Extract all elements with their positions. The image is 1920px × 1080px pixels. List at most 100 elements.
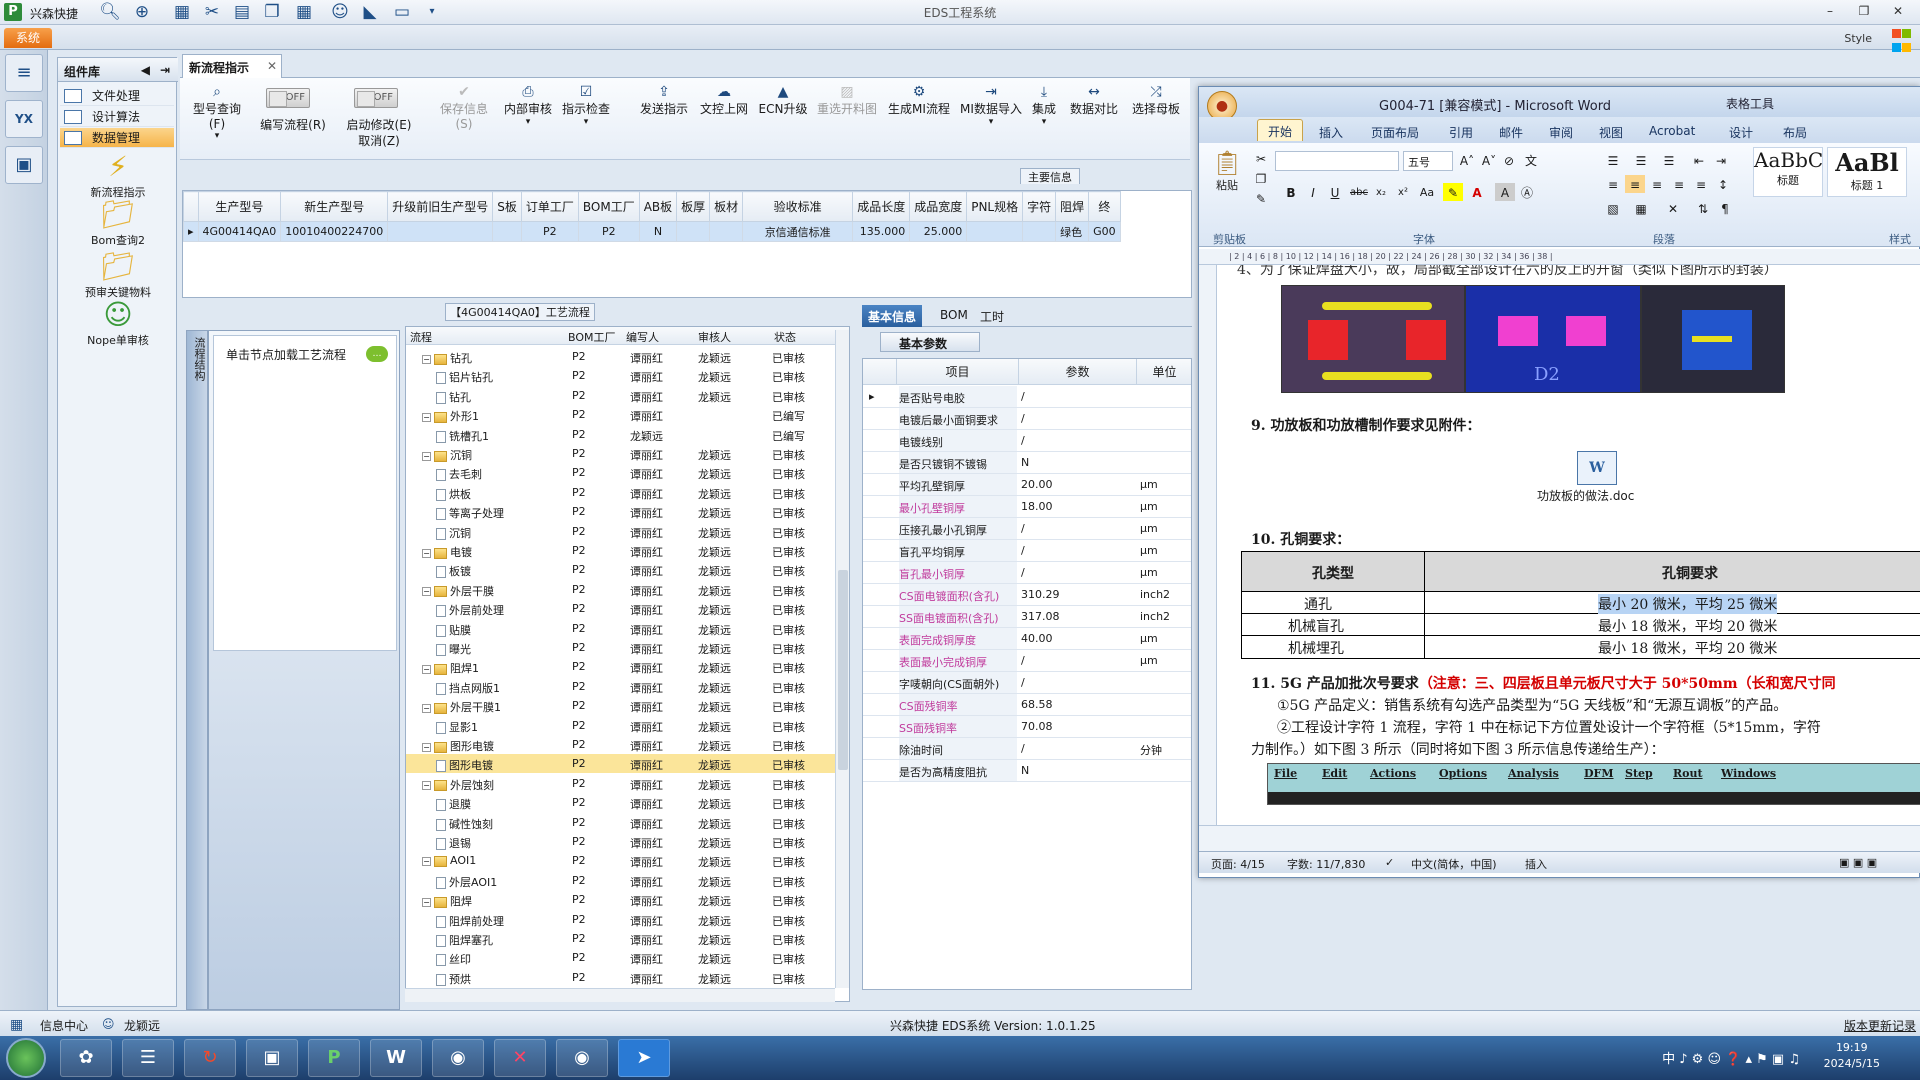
- tree-row[interactable]: 外层AOI1 P2 谭丽红 龙颖远 已审核: [406, 871, 836, 890]
- tree-row[interactable]: 烘板 P2 谭丽红 龙颖远 已审核: [406, 483, 836, 502]
- column-header[interactable]: 升级前旧生产型号: [387, 191, 494, 222]
- tree-node-label[interactable]: 退锡: [436, 835, 471, 851]
- tree-row[interactable]: 贴膜 P2 谭丽红 龙颖远 已审核: [406, 619, 836, 638]
- taskbar-app-save-icon[interactable]: ▣: [246, 1039, 298, 1077]
- param-cell-value[interactable]: 20.00: [1021, 478, 1053, 491]
- close-icon[interactable]: ✕: [1886, 2, 1910, 20]
- tree-row[interactable]: − 外层蚀刻 P2 谭丽红 龙颖远 已审核: [406, 774, 836, 793]
- tree-node-label[interactable]: − AOI1: [422, 854, 476, 867]
- sort-icon[interactable]: ⇅: [1693, 199, 1713, 217]
- column-header[interactable]: 成品宽度: [909, 191, 968, 222]
- asian-layout-icon[interactable]: ✕: [1663, 199, 1683, 217]
- tree-node-label[interactable]: 预烘: [436, 971, 471, 987]
- tree-node-label[interactable]: − 外形1: [422, 408, 479, 424]
- tree-row[interactable]: 钻孔 P2 谭丽红 龙颖远 已审核: [406, 386, 836, 405]
- tree-row[interactable]: 预烘 P2 谭丽红 龙颖远 已审核: [406, 968, 836, 987]
- tree-node-label[interactable]: 外层前处理: [436, 602, 504, 618]
- tree-node-label[interactable]: − 图形电镀: [422, 738, 494, 754]
- bullets-icon[interactable]: ☰: [1603, 151, 1623, 169]
- tray-ime[interactable]: 中: [1662, 1052, 1675, 1067]
- tree-node-label[interactable]: − 阻焊1: [422, 660, 479, 676]
- column-header[interactable]: 状态: [774, 329, 796, 345]
- cut-icon[interactable]: ✂: [1251, 149, 1271, 167]
- collapse-icon[interactable]: −: [422, 548, 431, 558]
- tree-node-label[interactable]: 曝光: [436, 641, 471, 657]
- tab-review[interactable]: 审阅: [1539, 121, 1583, 143]
- param-cell-value[interactable]: /: [1021, 434, 1025, 447]
- param-cell-value[interactable]: 70.08: [1021, 720, 1053, 733]
- tab-mailings[interactable]: 邮件: [1489, 121, 1533, 143]
- collapse-icon[interactable]: −: [422, 781, 431, 791]
- table-cell[interactable]: 京信通信标准: [742, 221, 854, 242]
- generate-mi-button[interactable]: ⚙ 生成MI流程: [886, 84, 952, 117]
- tab-layout[interactable]: 布局: [1773, 121, 1817, 143]
- view-buttons-icon[interactable]: ▣ ▣ ▣: [1839, 856, 1877, 869]
- tree-row[interactable]: 曝光 P2 谭丽红 龙颖远 已审核: [406, 638, 836, 657]
- insert-mode[interactable]: 插入: [1525, 856, 1547, 872]
- tree-node-label[interactable]: 碱性蚀刻: [436, 816, 493, 832]
- tree-node-label[interactable]: − 外层干膜: [422, 583, 494, 599]
- line-spacing-icon[interactable]: ↕: [1713, 175, 1733, 193]
- param-row[interactable]: 除油时间 / 分钟: [863, 738, 1191, 760]
- param-cell-value[interactable]: /: [1021, 654, 1025, 667]
- nope-single-review[interactable]: ☺ Nope单审核: [58, 298, 178, 348]
- tree-node-label[interactable]: 挡点网版1: [436, 680, 500, 696]
- bom-query2[interactable]: 📁︎ Bom查询2: [58, 198, 178, 248]
- subscript-icon[interactable]: x₂: [1371, 183, 1391, 201]
- column-header[interactable]: 参数: [1019, 359, 1137, 385]
- tree-row[interactable]: 图形电镀 P2 谭丽红 龙颖远 已审核: [406, 754, 836, 774]
- param-row[interactable]: 是否为高精度阻抗 N: [863, 760, 1191, 782]
- column-header[interactable]: AB板: [638, 191, 678, 222]
- style-heading-1[interactable]: AaBl 标题 1: [1827, 147, 1907, 197]
- tree-row[interactable]: 挡点网版1 P2 谭丽红 龙颖远 已审核: [406, 677, 836, 696]
- param-row[interactable]: CS面残铜率 68.58: [863, 694, 1191, 716]
- param-row[interactable]: CS面电镀面积(含孔) 310.29 inch2: [863, 584, 1191, 606]
- tree-row[interactable]: 退锡 P2 谭丽红 龙颖远 已审核: [406, 832, 836, 851]
- table-row[interactable]: ▸ 4G00414QA0 10010400224700 P2 P2 N 京信通信…: [183, 221, 1121, 242]
- align-center-icon[interactable]: ≡: [1625, 175, 1645, 193]
- column-header[interactable]: 审核人: [698, 329, 731, 345]
- phonetic-icon[interactable]: 文: [1521, 151, 1541, 169]
- grow-font-icon[interactable]: A˄: [1457, 151, 1477, 169]
- column-header[interactable]: 板厚: [676, 191, 711, 222]
- tree-row[interactable]: 等离子处理 P2 谭丽红 龙颖远 已审核: [406, 502, 836, 521]
- word-horizontal-scrollbar[interactable]: [1199, 825, 1920, 851]
- clear-format-icon[interactable]: ⊘: [1499, 151, 1519, 169]
- bold-icon[interactable]: B: [1281, 183, 1301, 201]
- param-cell-value[interactable]: /: [1021, 742, 1025, 755]
- tree-row[interactable]: − 阻焊1 P2 谭丽红 龙颖远 已审核: [406, 657, 836, 676]
- shading-icon[interactable]: ▧: [1603, 199, 1623, 217]
- scrollbar-thumb[interactable]: [838, 570, 848, 770]
- tab-page-layout[interactable]: 页面布局: [1361, 121, 1429, 143]
- vertical-scrollbar[interactable]: [835, 330, 849, 988]
- tree-node-label[interactable]: − 沉铜: [422, 447, 472, 463]
- param-row[interactable]: 表面完成铜厚度 40.00 μm: [863, 628, 1191, 650]
- collapse-icon[interactable]: −: [422, 897, 431, 907]
- table-cell[interactable]: N: [638, 221, 678, 242]
- tree-row[interactable]: − 外形1 P2 谭丽红 已编写: [406, 405, 836, 424]
- spellcheck-icon[interactable]: ✓: [1385, 856, 1394, 869]
- column-header[interactable]: 订单工厂: [520, 191, 579, 222]
- change-case-icon[interactable]: Aa: [1417, 183, 1437, 201]
- column-header[interactable]: 验收标准: [742, 191, 854, 222]
- tab-insert[interactable]: 插入: [1309, 121, 1353, 143]
- tab-view[interactable]: 视图: [1589, 121, 1633, 143]
- param-row[interactable]: 平均孔壁铜厚 20.00 μm: [863, 474, 1191, 496]
- param-row[interactable]: 是否只镀铜不镀锡 N: [863, 452, 1191, 474]
- table-cell[interactable]: [966, 221, 1024, 242]
- tab-work-hours[interactable]: 工时: [974, 305, 1010, 327]
- tree-row[interactable]: 板镀 P2 谭丽红 龙颖远 已审核: [406, 560, 836, 579]
- horizontal-ruler[interactable]: | 2 | 4 | 6 | 8 | 10 | 12 | 14 | 16 | 18…: [1199, 249, 1920, 265]
- version-log-link[interactable]: 版本更新记录: [1844, 1017, 1916, 1034]
- pre-review-key-material[interactable]: 📁︎ 预审关键物料: [58, 250, 178, 300]
- param-row[interactable]: 电镀线别 /: [863, 430, 1191, 452]
- align-right-icon[interactable]: ≡: [1647, 175, 1667, 193]
- column-header[interactable]: BOM工厂: [577, 191, 640, 222]
- column-header[interactable]: 字符: [1022, 191, 1057, 222]
- collapse-icon[interactable]: −: [422, 664, 431, 674]
- restore-icon[interactable]: ❐: [1852, 2, 1876, 20]
- shrink-font-icon[interactable]: A˅: [1479, 151, 1499, 169]
- distribute-icon[interactable]: ≡: [1691, 175, 1711, 193]
- main-info-tab[interactable]: 主要信息: [1020, 168, 1080, 184]
- instruction-check-button[interactable]: ☑ 指示检查 ▾: [560, 84, 612, 127]
